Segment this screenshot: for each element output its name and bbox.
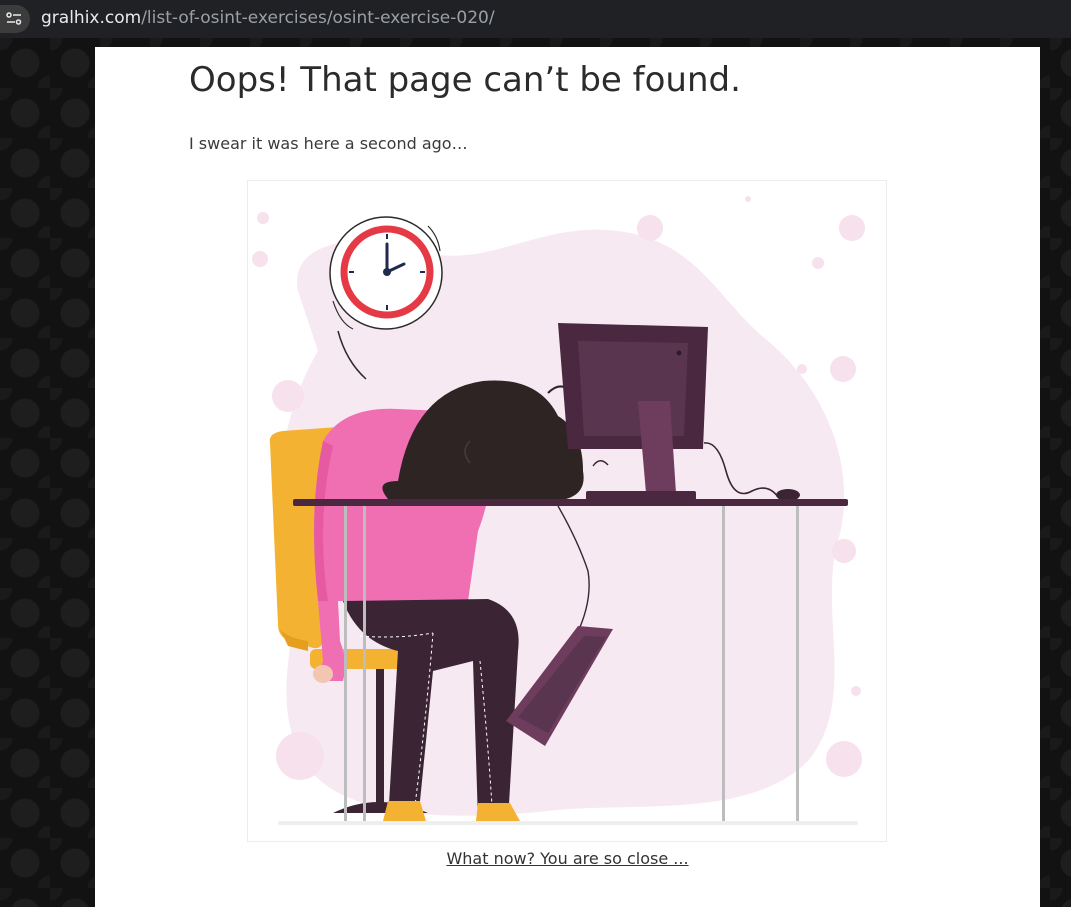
dot bbox=[839, 215, 865, 241]
site-info-button[interactable] bbox=[0, 5, 30, 33]
dot bbox=[745, 196, 751, 202]
dot bbox=[637, 215, 663, 241]
url-path: /list-of-osint-exercises/osint-exercise-… bbox=[141, 8, 495, 28]
floor-shadow bbox=[278, 821, 858, 825]
dot bbox=[272, 380, 304, 412]
dot bbox=[276, 732, 324, 780]
page-subtitle: I swear it was here a second ago… bbox=[189, 134, 468, 153]
dot bbox=[797, 364, 807, 374]
dot bbox=[830, 356, 856, 382]
dot bbox=[826, 741, 862, 777]
page-title: Oops! That page can’t be found. bbox=[189, 60, 741, 100]
address-bar[interactable]: gralhix.com/list-of-osint-exercises/osin… bbox=[0, 0, 1071, 38]
dot bbox=[257, 212, 269, 224]
dot bbox=[812, 257, 824, 269]
url-host: gralhix.com bbox=[41, 8, 142, 28]
illustration-frame bbox=[247, 180, 887, 842]
tune-icon bbox=[6, 12, 22, 25]
dot bbox=[252, 251, 268, 267]
dot bbox=[832, 539, 856, 563]
person-asleep-at-desk-illustration bbox=[252, 196, 865, 825]
url-text[interactable]: gralhix.com/list-of-osint-exercises/osin… bbox=[41, 8, 495, 28]
content-area: Oops! That page can’t be found. I swear … bbox=[95, 47, 1040, 907]
what-now-link[interactable]: What now? You are so close ... bbox=[95, 849, 1040, 869]
dot bbox=[851, 686, 861, 696]
